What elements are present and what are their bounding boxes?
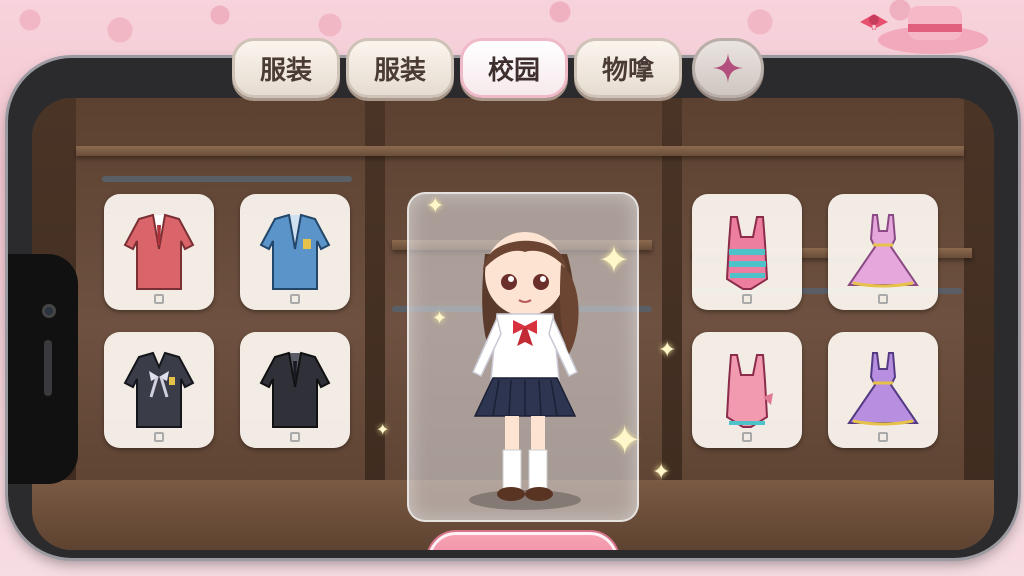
confirm-button[interactable]: 确认 (428, 532, 618, 550)
lock-icon (742, 432, 752, 442)
tab-campus[interactable]: 校园 (460, 38, 568, 98)
red-blazer-icon (123, 213, 195, 290)
sparkle-icon: ✦ (652, 460, 671, 485)
camera-icon (42, 304, 56, 318)
tab-clothing-1[interactable]: 服装 (232, 38, 340, 98)
pink-swimsuit-icon (725, 354, 773, 428)
black-blazer-icon (123, 351, 195, 428)
lock-icon (290, 432, 300, 442)
tab-items[interactable]: 物嗱 (574, 38, 682, 98)
hanging-rod (102, 176, 352, 182)
lock-icon (154, 294, 164, 304)
wardrobe-top-shelf (76, 146, 964, 156)
outfit-card-blue-blazer[interactable] (240, 194, 350, 310)
outfit-card-striped-swimsuit[interactable] (692, 194, 802, 310)
lavender-dress-icon (847, 352, 919, 426)
lock-icon (154, 432, 164, 442)
outfit-card-pink-swimsuit[interactable] (692, 332, 802, 448)
sparkle-icon: ✦ (658, 338, 677, 363)
category-tab-bar: 服装 服装 校园 物嗱 (232, 38, 764, 98)
sparkle-icon: ✦ (432, 308, 448, 329)
lock-icon (878, 432, 888, 442)
game-screen: ✦ ✦ ✦ ✦ ✦ ✦ ✦ (32, 98, 994, 550)
lock-icon (290, 294, 300, 304)
hat-decoration-icon (860, 6, 988, 54)
pink-dress-icon (847, 214, 919, 288)
phone-frame: ✦ ✦ ✦ ✦ ✦ ✦ ✦ (8, 58, 1018, 558)
special-tab-button[interactable] (692, 38, 764, 98)
tab-clothing-2[interactable]: 服装 (346, 38, 454, 98)
lock-icon (878, 294, 888, 304)
outfit-card-black-blazer-bow[interactable] (104, 332, 214, 448)
outfit-card-lavender-dress[interactable] (828, 332, 938, 448)
outfit-card-pink-dress[interactable] (828, 194, 938, 310)
sparkle-icon: ✦ (598, 238, 630, 282)
sparkle-icon: ✦ (376, 420, 390, 439)
phone-notch (8, 254, 78, 484)
sparkle-icon (713, 53, 743, 83)
outfit-card-red-blazer[interactable] (104, 194, 214, 310)
speaker-grille (44, 340, 52, 396)
striped-swimsuit-icon (725, 216, 769, 290)
blue-blazer-icon (259, 213, 331, 290)
sparkle-icon: ✦ (608, 418, 642, 464)
sparkle-icon: ✦ (426, 194, 445, 219)
black-suit-icon (259, 351, 331, 428)
outfit-card-black-suit[interactable] (240, 332, 350, 448)
lock-icon (742, 294, 752, 304)
